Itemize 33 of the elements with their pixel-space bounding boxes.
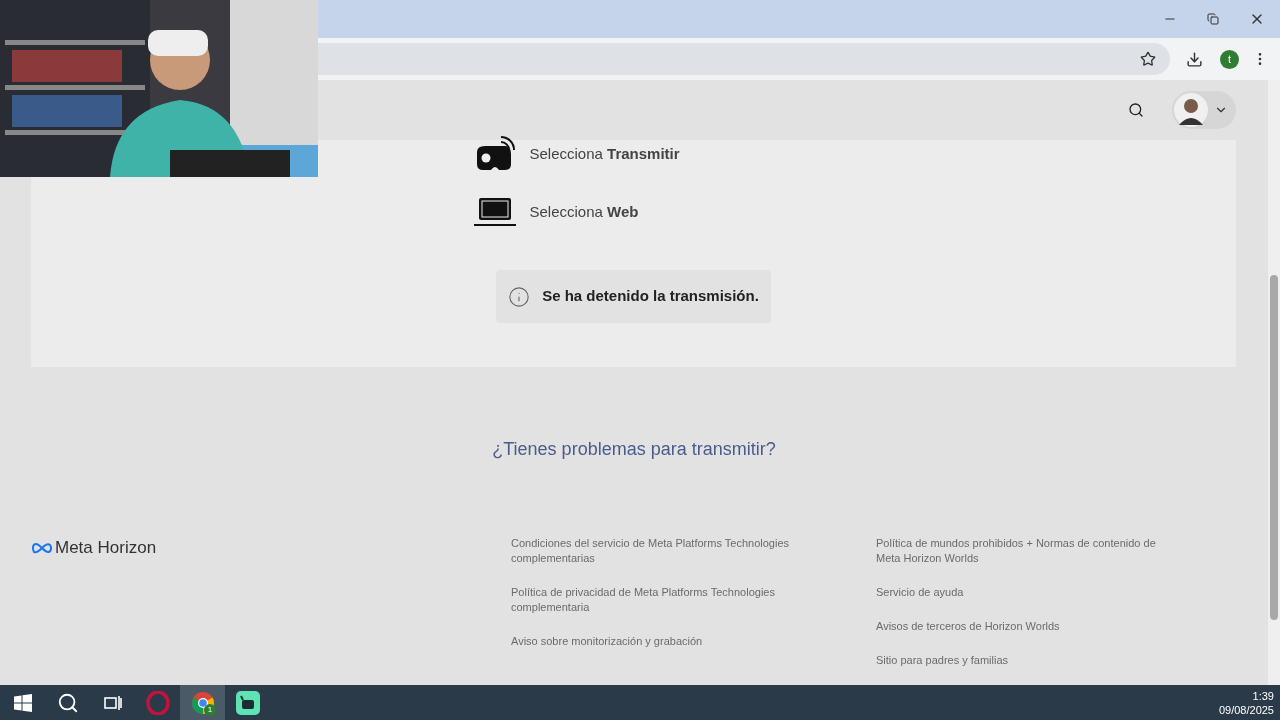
meta-logo-icon [31,542,53,554]
footer-link[interactable]: Servicio de ayuda [876,585,1176,600]
address-field[interactable] [318,43,1170,75]
footer-link[interactable]: Política de mundos prohibidos + Normas de contenido de Meta Horizon Worlds [876,536,1176,566]
notice-text: Se ha detenido la transmisión. [542,286,759,307]
windows-logo-icon [13,693,32,712]
notification-badge: 1 [204,704,216,716]
clock-time: 1:39 [1252,688,1274,703]
bookmark-star-icon[interactable] [1140,51,1156,67]
opera-logo-icon [145,690,170,715]
footer-link[interactable]: Sitio para padres y familias [876,653,1176,668]
account-menu-button[interactable] [1172,91,1236,129]
laptop-icon [473,197,516,227]
step-text: Selecciona Transmitir [529,143,680,164]
restore-icon[interactable] [1207,13,1219,25]
help-link[interactable]: ¿Tienes problemas para transmitir? [492,436,776,463]
footer-link[interactable]: Avisos de terceros de Horizon Worlds [876,619,1176,634]
download-icon[interactable] [1186,50,1203,68]
avatar-icon [1174,93,1208,127]
footer-link[interactable]: Condiciones del servicio de Meta Platforms Technologies complementarias [511,536,841,566]
footer-link[interactable]: Aviso sobre monitorización y grabación [511,634,841,649]
footer-link[interactable]: Política de privacidad de Meta Platforms Technologies complementaria [511,585,841,615]
scrollbar-thumb[interactable] [1270,275,1278,620]
step-text: Selecciona Web [529,201,639,222]
brand-name: Meta Horizon [55,537,157,560]
search-icon [56,691,79,714]
profile-avatar[interactable]: t [1220,49,1239,69]
task-view-icon [103,694,122,711]
taskbar-button[interactable]: 1 [180,685,225,720]
app-icon [235,690,260,715]
search-icon[interactable] [1128,102,1144,118]
clock-date: 09/08/2025 [1218,702,1274,717]
info-icon [508,285,531,308]
